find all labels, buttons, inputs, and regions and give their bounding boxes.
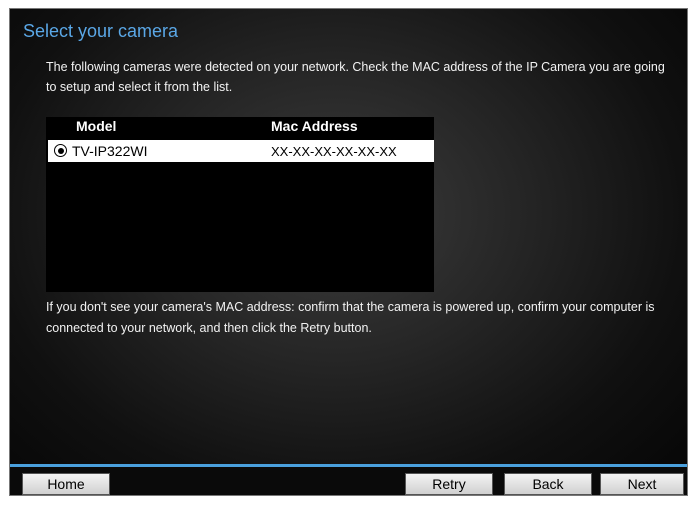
home-button[interactable]: Home bbox=[22, 473, 110, 495]
camera-radio-button[interactable] bbox=[54, 144, 67, 157]
back-button[interactable]: Back bbox=[504, 473, 592, 495]
column-header-model: Model bbox=[76, 118, 117, 134]
setup-wizard-window: Select your camera The following cameras… bbox=[9, 8, 688, 496]
button-bar: Home Retry Back Next bbox=[10, 467, 687, 495]
next-button[interactable]: Next bbox=[600, 473, 684, 495]
camera-list: Model Mac Address TV-IP322WI XX-XX-XX-XX… bbox=[46, 117, 434, 292]
camera-mac-address: XX-XX-XX-XX-XX-XX bbox=[271, 144, 397, 159]
retry-button[interactable]: Retry bbox=[405, 473, 493, 495]
instructions-text: The following cameras were detected on y… bbox=[46, 60, 665, 94]
camera-model: TV-IP322WI bbox=[72, 143, 148, 159]
page-title: Select your camera bbox=[23, 21, 179, 41]
radio-selected-dot bbox=[57, 147, 64, 154]
retry-hint-text: If you don't see your camera's MAC addre… bbox=[46, 300, 655, 335]
camera-row[interactable]: TV-IP322WI XX-XX-XX-XX-XX-XX bbox=[48, 140, 434, 162]
column-header-mac-address: Mac Address bbox=[271, 118, 358, 134]
